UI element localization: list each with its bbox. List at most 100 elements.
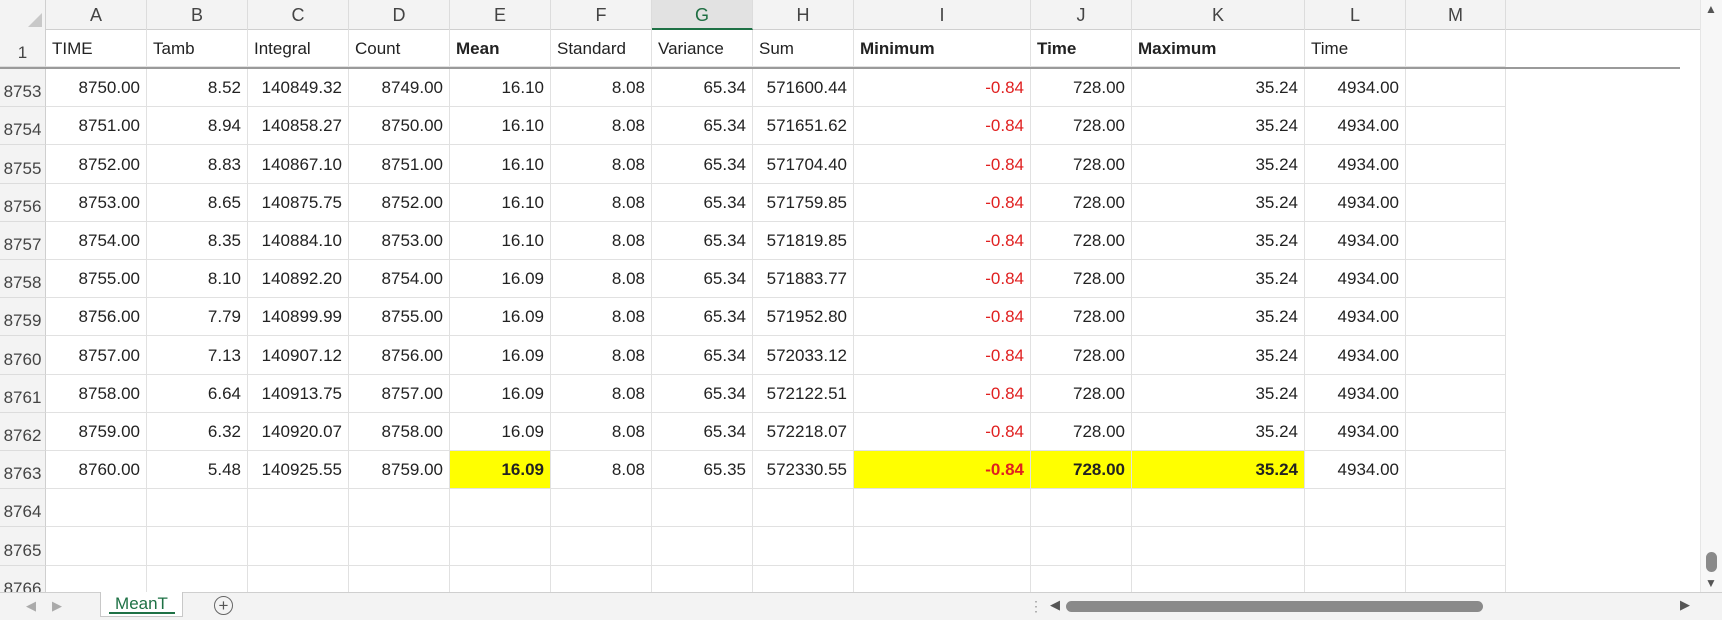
row-header[interactable]: 8758 xyxy=(0,260,46,298)
row-header[interactable]: 8763 xyxy=(0,451,46,489)
cell-a[interactable]: 8752.00 xyxy=(46,145,147,184)
cell-l[interactable]: 4934.00 xyxy=(1305,145,1406,184)
cell-e[interactable]: 16.10 xyxy=(450,145,551,184)
cell-m[interactable] xyxy=(1406,375,1506,413)
cell-c[interactable]: 140892.20 xyxy=(248,260,349,298)
cell-c[interactable]: 140899.99 xyxy=(248,298,349,336)
cell-m[interactable] xyxy=(1406,298,1506,336)
cell-g[interactable]: 65.34 xyxy=(652,69,753,107)
cell-b[interactable] xyxy=(147,489,248,527)
cell-f[interactable]: 8.08 xyxy=(551,413,652,451)
cell-h[interactable]: 571600.44 xyxy=(753,69,854,107)
cell-e[interactable]: Mean xyxy=(450,30,551,67)
column-header-f[interactable]: F xyxy=(551,0,652,30)
cell-e[interactable]: 16.09 xyxy=(450,336,551,375)
cell-h[interactable]: 571952.80 xyxy=(753,298,854,336)
select-all-corner[interactable] xyxy=(0,0,46,30)
cell-k[interactable]: 35.24 xyxy=(1132,336,1305,375)
cell-j[interactable]: 728.00 xyxy=(1031,222,1132,260)
cell-m[interactable] xyxy=(1406,30,1506,67)
cell-a[interactable]: TIME xyxy=(46,30,147,67)
cell-k[interactable]: Maximum xyxy=(1132,30,1305,67)
cell-c[interactable]: 140913.75 xyxy=(248,375,349,413)
cell-a[interactable] xyxy=(46,527,147,566)
cell-d[interactable]: 8759.00 xyxy=(349,451,450,489)
triangle-right-icon[interactable]: ▶ xyxy=(52,598,62,614)
cell-b[interactable]: 8.52 xyxy=(147,69,248,107)
cell-f[interactable]: 8.08 xyxy=(551,69,652,107)
cell-d[interactable]: 8754.00 xyxy=(349,260,450,298)
column-header-i[interactable]: I xyxy=(854,0,1031,30)
cell-i[interactable]: -0.84 xyxy=(854,451,1031,489)
scroll-left-icon[interactable]: ◀ xyxy=(1050,597,1060,613)
cell-d[interactable]: 8752.00 xyxy=(349,184,450,222)
cell-m[interactable] xyxy=(1406,222,1506,260)
cell-l[interactable]: 4934.00 xyxy=(1305,184,1406,222)
cell-a[interactable]: 8756.00 xyxy=(46,298,147,336)
cell-l[interactable]: 4934.00 xyxy=(1305,69,1406,107)
cell-f[interactable]: 8.08 xyxy=(551,107,652,145)
cell-c[interactable]: 140867.10 xyxy=(248,145,349,184)
cell-i[interactable]: -0.84 xyxy=(854,145,1031,184)
cell-g[interactable]: 65.34 xyxy=(652,413,753,451)
cell-f[interactable]: 8.08 xyxy=(551,222,652,260)
cell-f[interactable]: 8.08 xyxy=(551,298,652,336)
cell-i[interactable] xyxy=(854,566,1031,592)
cell-h[interactable]: 572330.55 xyxy=(753,451,854,489)
cell-e[interactable] xyxy=(450,489,551,527)
cell-g[interactable]: 65.34 xyxy=(652,336,753,375)
cell-d[interactable]: 8753.00 xyxy=(349,222,450,260)
cell-k[interactable]: 35.24 xyxy=(1132,145,1305,184)
cell-j[interactable]: 728.00 xyxy=(1031,298,1132,336)
column-header-h[interactable]: H xyxy=(753,0,854,30)
cell-c[interactable]: 140920.07 xyxy=(248,413,349,451)
plus-circle-icon[interactable]: + xyxy=(214,596,233,615)
cell-b[interactable]: 7.13 xyxy=(147,336,248,375)
cell-m[interactable] xyxy=(1406,489,1506,527)
row-header[interactable]: 8762 xyxy=(0,413,46,451)
cell-h[interactable]: 572218.07 xyxy=(753,413,854,451)
cell-l[interactable]: 4934.00 xyxy=(1305,260,1406,298)
row-header[interactable]: 8757 xyxy=(0,222,46,260)
cell-m[interactable] xyxy=(1406,145,1506,184)
cell-m[interactable] xyxy=(1406,413,1506,451)
cell-k[interactable]: 35.24 xyxy=(1132,107,1305,145)
cell-e[interactable]: 16.09 xyxy=(450,260,551,298)
cell-e[interactable]: 16.09 xyxy=(450,451,551,489)
cell-a[interactable]: 8751.00 xyxy=(46,107,147,145)
cell-h[interactable] xyxy=(753,566,854,592)
cell-l[interactable]: 4934.00 xyxy=(1305,298,1406,336)
cell-d[interactable]: 8758.00 xyxy=(349,413,450,451)
cell-j[interactable]: 728.00 xyxy=(1031,413,1132,451)
cell-i[interactable]: -0.84 xyxy=(854,184,1031,222)
cell-k[interactable]: 35.24 xyxy=(1132,298,1305,336)
cell-m[interactable] xyxy=(1406,69,1506,107)
row-header[interactable]: 8761 xyxy=(0,375,46,413)
column-header-k[interactable]: K xyxy=(1132,0,1305,30)
cell-f[interactable]: 8.08 xyxy=(551,451,652,489)
cell-i[interactable]: Minimum xyxy=(854,30,1031,67)
cell-g[interactable]: 65.34 xyxy=(652,107,753,145)
scroll-up-icon[interactable]: ▲ xyxy=(1705,2,1717,16)
column-header-d[interactable]: D xyxy=(349,0,450,30)
row-header[interactable]: 1 xyxy=(0,30,46,67)
column-header-g[interactable]: G xyxy=(652,0,753,30)
cell-i[interactable]: -0.84 xyxy=(854,260,1031,298)
cell-c[interactable]: Integral xyxy=(248,30,349,67)
cell-c[interactable] xyxy=(248,566,349,592)
cell-b[interactable]: 6.64 xyxy=(147,375,248,413)
cell-h[interactable] xyxy=(753,527,854,566)
cell-g[interactable]: 65.35 xyxy=(652,451,753,489)
cell-e[interactable]: 16.10 xyxy=(450,222,551,260)
cell-a[interactable]: 8760.00 xyxy=(46,451,147,489)
sheet-tab-meant[interactable]: MeanT xyxy=(100,592,183,617)
cell-h[interactable]: 571883.77 xyxy=(753,260,854,298)
cell-k[interactable]: 35.24 xyxy=(1132,260,1305,298)
cell-k[interactable]: 35.24 xyxy=(1132,451,1305,489)
cell-e[interactable]: 16.10 xyxy=(450,184,551,222)
row-header[interactable]: 8755 xyxy=(0,145,46,184)
cell-d[interactable]: 8750.00 xyxy=(349,107,450,145)
cell-e[interactable] xyxy=(450,566,551,592)
cell-d[interactable]: 8755.00 xyxy=(349,298,450,336)
cell-f[interactable]: 8.08 xyxy=(551,260,652,298)
